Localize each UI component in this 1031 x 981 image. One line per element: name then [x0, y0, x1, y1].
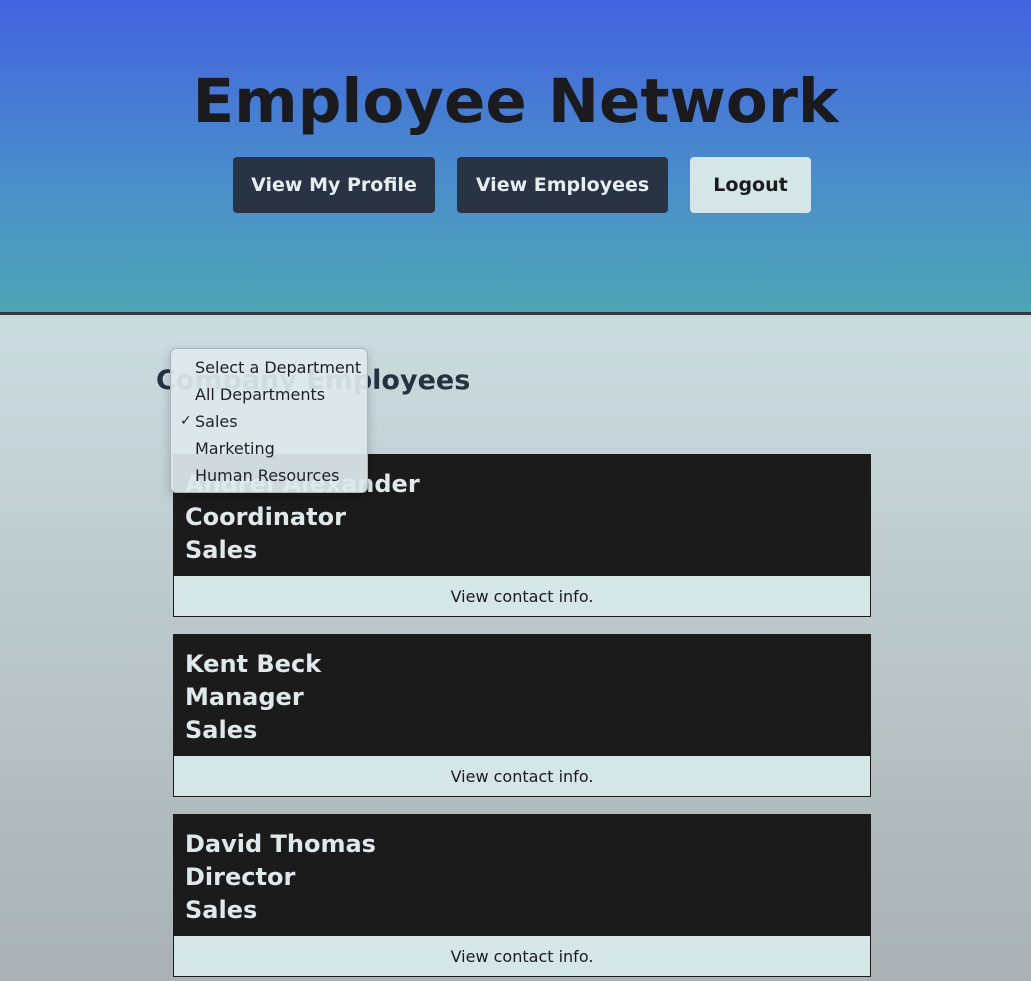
- site-title: Employee Network: [192, 66, 839, 137]
- site-header: Employee Network View My Profile View Em…: [0, 0, 1031, 315]
- employee-name: Kent Beck: [185, 650, 322, 678]
- dropdown-option-marketing[interactable]: Marketing: [171, 435, 367, 462]
- view-employees-button[interactable]: View Employees: [457, 157, 668, 213]
- employee-title: Director: [185, 863, 296, 891]
- employee-card: Kent Beck Manager Sales View contact inf…: [173, 634, 871, 797]
- dropdown-option-sales[interactable]: ✓ Sales: [171, 408, 367, 435]
- checkmark-icon: ✓: [180, 413, 192, 429]
- employee-title: Manager: [185, 683, 304, 711]
- employee-card: David Thomas Director Sales View contact…: [173, 814, 871, 977]
- view-contact-info-button[interactable]: View contact info.: [174, 576, 870, 616]
- employee-department: Sales: [185, 536, 258, 564]
- view-contact-info-button[interactable]: View contact info.: [174, 756, 870, 796]
- employee-department: Sales: [185, 716, 258, 744]
- employee-department: Sales: [185, 896, 258, 924]
- view-my-profile-button[interactable]: View My Profile: [233, 157, 435, 213]
- employee-name: David Thomas: [185, 830, 376, 858]
- department-dropdown-menu[interactable]: Select a Department All Departments ✓ Sal…: [170, 348, 368, 493]
- dropdown-option-human-resources[interactable]: Human Resources: [171, 462, 367, 489]
- employee-card-details: David Thomas Director Sales: [174, 815, 870, 936]
- logout-button[interactable]: Logout: [690, 157, 811, 213]
- employee-title: Coordinator: [185, 503, 346, 531]
- dropdown-option-all-departments[interactable]: All Departments: [171, 381, 367, 408]
- dropdown-option-select-department[interactable]: Select a Department: [171, 354, 367, 381]
- view-contact-info-button[interactable]: View contact info.: [174, 936, 870, 976]
- employee-card-details: Kent Beck Manager Sales: [174, 635, 870, 756]
